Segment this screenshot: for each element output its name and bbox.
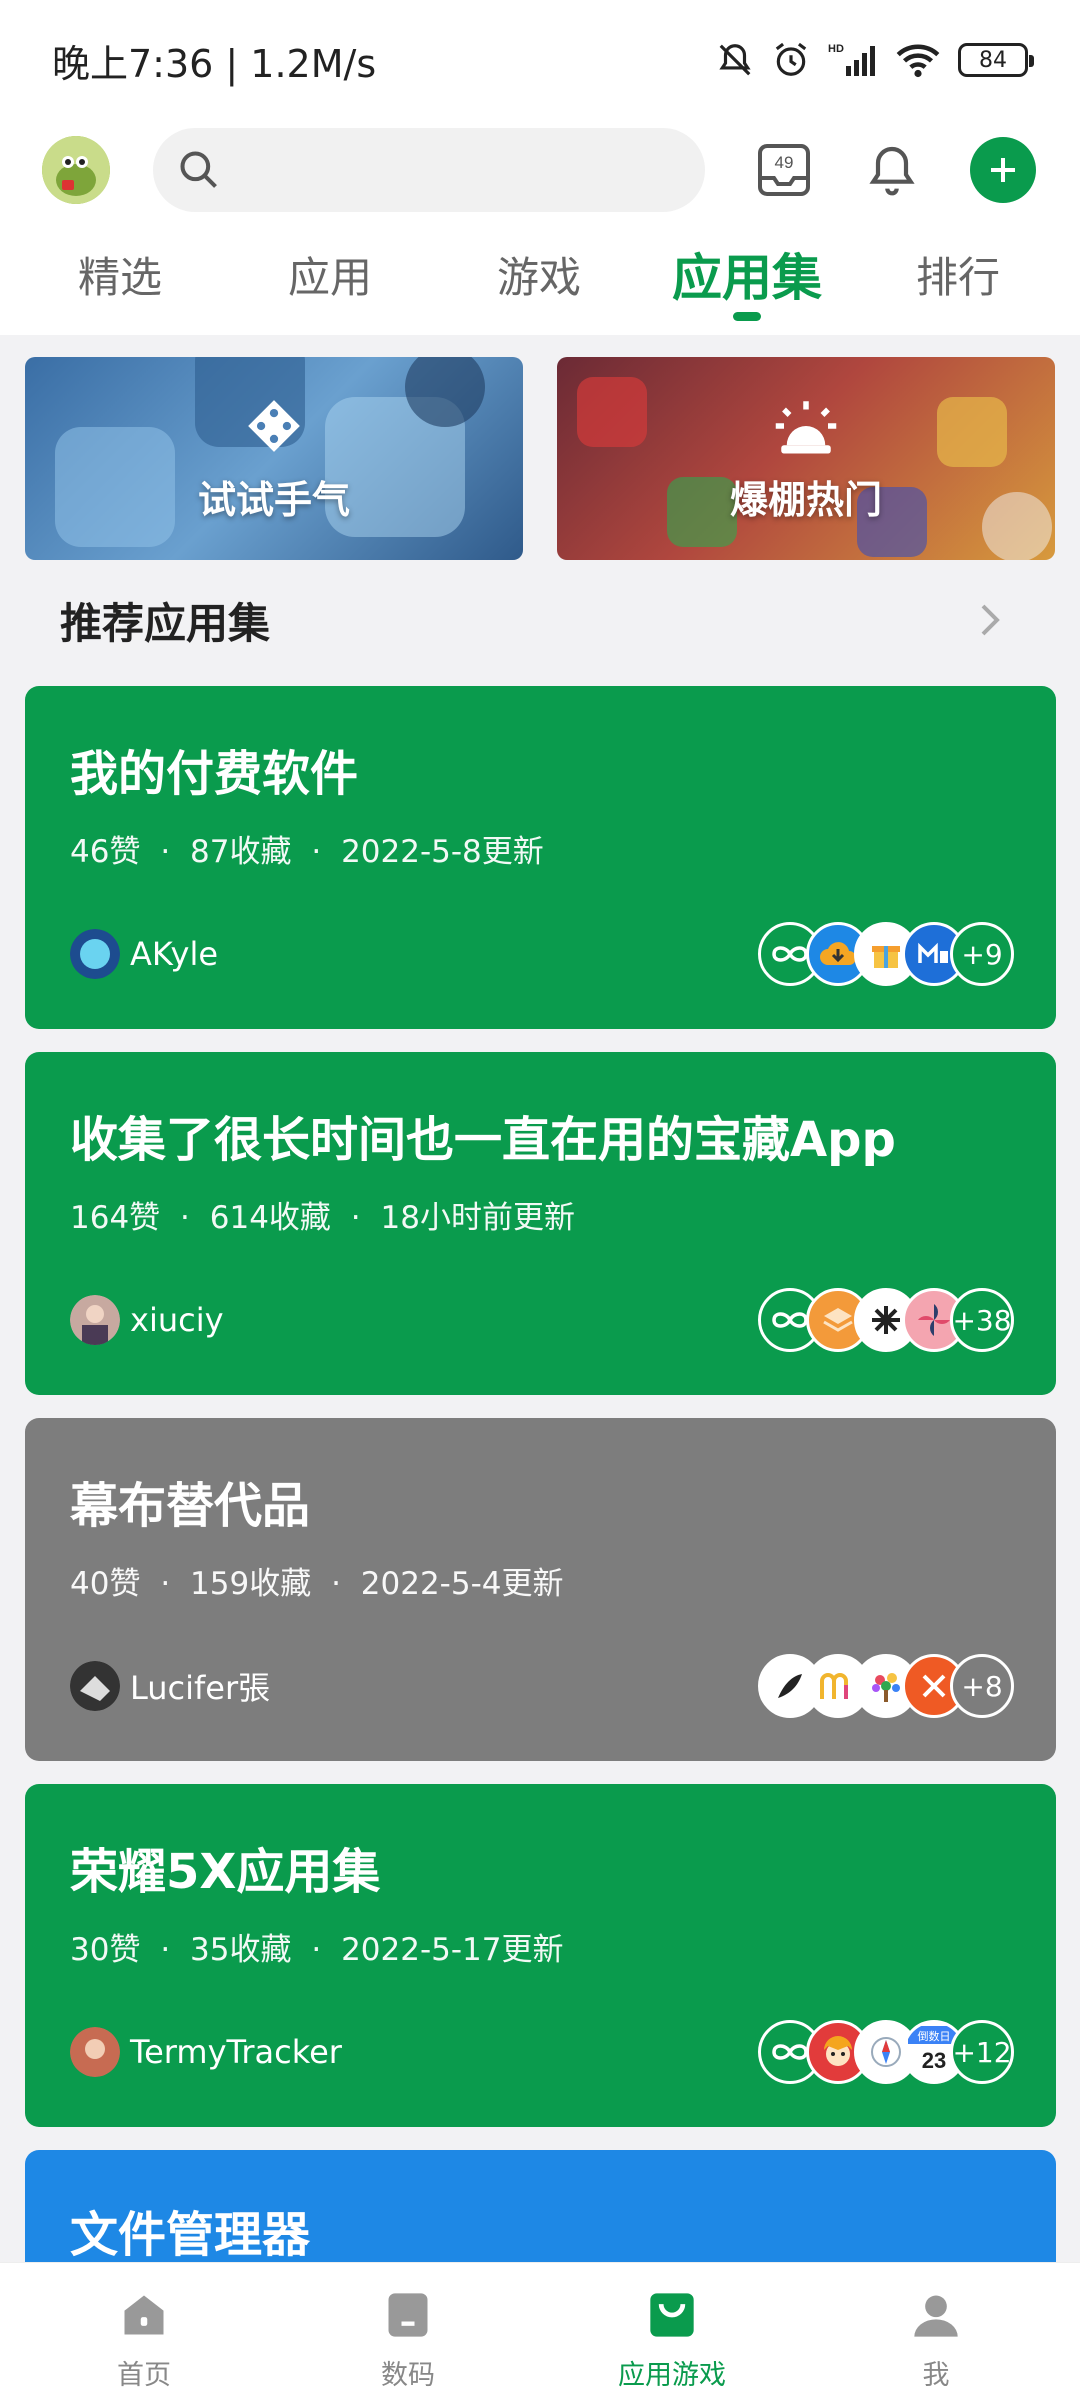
inbox-button[interactable]: 49 — [752, 138, 816, 202]
signal-icon: HD — [828, 43, 875, 76]
collection-stats: 46赞 · 87收藏 · 2022-5-8更新 — [70, 834, 544, 870]
tab-rankings[interactable]: 排行 — [868, 228, 1048, 328]
author-avatar — [70, 929, 120, 979]
notifications-button[interactable] — [860, 138, 924, 202]
svg-text:HD: HD — [828, 43, 844, 55]
collection-author[interactable]: Lucifer張 — [70, 1661, 270, 1711]
device-icon — [388, 2293, 428, 2337]
app-icons-preview: 倒数日 23 +12 — [758, 2020, 1014, 2084]
collection-title: 幕布替代品 — [70, 1478, 311, 1534]
collection-stats: 40赞 · 159收藏 · 2022-5-4更新 — [70, 1566, 564, 1602]
nav-digital[interactable]: 数码 — [308, 2263, 508, 2400]
battery-indicator: 84 — [958, 43, 1034, 77]
author-name: Lucifer張 — [130, 1669, 271, 1707]
collection-author[interactable]: xiuciy — [70, 1295, 224, 1345]
shopping-bag-icon — [650, 2293, 694, 2337]
category-tabs: 精选 应用 游戏 应用集 排行 — [0, 228, 1080, 328]
alarm-icon — [775, 42, 807, 76]
app-icons-preview: +9 — [758, 922, 1014, 986]
tab-featured[interactable]: 精选 — [30, 228, 210, 328]
banner-background-art — [55, 357, 485, 547]
active-tab-indicator — [733, 312, 761, 321]
collection-title: 收集了很长时间也一直在用的宝藏App — [70, 1112, 896, 1168]
author-name: TermyTracker — [130, 2033, 342, 2071]
collection-card[interactable]: 幕布替代品 40赞 · 159收藏 · 2022-5-4更新 Lucifer張 … — [25, 1418, 1056, 1761]
banner-background-art — [577, 377, 1052, 560]
author-avatar — [70, 1661, 120, 1711]
download-manager-icon: 49 — [758, 144, 810, 196]
more-apps-count: +12 — [950, 2020, 1014, 2084]
app-icons-preview: +38 — [758, 1288, 1014, 1352]
banner-label: 试试手气 — [197, 478, 350, 522]
collection-author[interactable]: AKyle — [70, 929, 218, 979]
user-avatar[interactable] — [42, 136, 110, 204]
collection-card[interactable]: 荣耀5X应用集 30赞 · 35收藏 · 2022-5-17更新 TermyTr… — [25, 1784, 1056, 2127]
collection-title: 荣耀5X应用集 — [70, 1844, 381, 1900]
nav-me[interactable]: 我 — [836, 2263, 1036, 2400]
author-name: AKyle — [130, 935, 219, 973]
bell-icon — [869, 146, 915, 196]
collection-title: 我的付费软件 — [70, 746, 359, 802]
app-icons-preview: +8 — [758, 1654, 1014, 1718]
collection-stats: 30赞 · 35收藏 · 2022-5-17更新 — [70, 1932, 564, 1968]
collection-stats: 164赞 · 614收藏 · 18小时前更新 — [70, 1200, 575, 1236]
banner-try-luck[interactable]: 试试手气 — [25, 357, 523, 560]
collection-card[interactable]: 我的付费软件 46赞 · 87收藏 · 2022-5-8更新 AKyle +9 — [25, 686, 1056, 1029]
status-icons: HD 84 — [716, 41, 1034, 79]
svg-text:倒数日: 倒数日 — [918, 2030, 951, 2043]
dice-icon — [248, 400, 300, 452]
author-avatar — [70, 2027, 120, 2077]
svg-text:49: 49 — [775, 153, 794, 172]
banner-label: 爆棚热门 — [729, 478, 882, 522]
search-icon — [180, 151, 217, 188]
home-icon — [124, 2295, 164, 2335]
tab-games[interactable]: 游戏 — [449, 228, 629, 328]
tab-apps[interactable]: 应用 — [240, 228, 420, 328]
svg-text:23: 23 — [922, 2048, 946, 2073]
profile-icon — [914, 2295, 958, 2337]
banner-hot[interactable]: 爆棚热门 — [557, 357, 1055, 560]
section-title[interactable]: 推荐应用集 — [60, 590, 270, 651]
more-apps-count: +8 — [950, 1654, 1014, 1718]
add-button[interactable] — [970, 137, 1036, 203]
more-apps-count: +38 — [950, 1288, 1014, 1352]
more-apps-count: +9 — [950, 922, 1014, 986]
nav-home[interactable]: 首页 — [44, 2263, 244, 2400]
collection-author[interactable]: TermyTracker — [70, 2027, 342, 2077]
status-time: 晚上7:36 | 1.2M/s — [52, 41, 377, 86]
plus-icon — [991, 158, 1015, 182]
wifi-icon — [896, 44, 940, 78]
top-header: 49 精选 应用 游戏 应用集 排行 — [0, 120, 1080, 335]
status-bar: 晚上7:36 | 1.2M/s HD 84 — [0, 0, 1080, 120]
collection-title: 文件管理器 — [70, 2207, 311, 2263]
author-avatar — [70, 1295, 120, 1345]
bottom-nav: 首页 数码 应用游戏 我 — [0, 2262, 1080, 2400]
collection-card[interactable]: 收集了很长时间也一直在用的宝藏App 164赞 · 614收藏 · 18小时前更… — [25, 1052, 1056, 1395]
mute-bell-icon — [719, 44, 751, 76]
author-name: xiuciy — [130, 1301, 224, 1339]
nav-apps-games[interactable]: 应用游戏 — [572, 2263, 772, 2400]
search-input[interactable] — [153, 128, 705, 212]
chevron-right-icon[interactable] — [975, 600, 1005, 640]
alarm-bell-icon — [775, 401, 837, 454]
